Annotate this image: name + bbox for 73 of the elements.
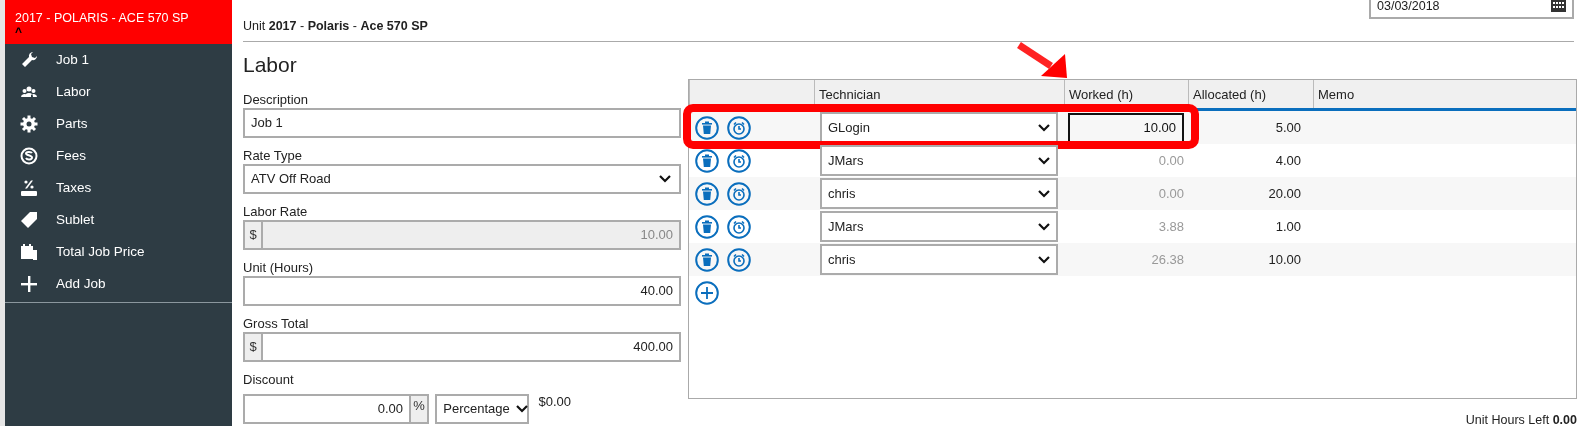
chevron-down-icon — [659, 175, 671, 183]
field-label: Rate Type — [243, 148, 304, 164]
delete-icon[interactable] — [695, 115, 719, 140]
table-cell-text: 4.00 — [1274, 151, 1302, 170]
table-cell-text: 3.88 — [1157, 217, 1184, 236]
dropdown[interactable]: ATV Off Road — [243, 164, 681, 194]
delete-icon[interactable] — [695, 148, 719, 173]
currency-label: $ — [245, 334, 263, 360]
gear-icon — [20, 115, 38, 133]
dropdown[interactable]: GLogin — [820, 112, 1058, 143]
sidebar-title: 2017 - POLARIS - ACE 570 SP — [15, 10, 189, 27]
table-cell-text: 5.00 — [1274, 118, 1302, 137]
collapse-toggle[interactable]: ^ — [15, 27, 222, 36]
column-header[interactable]: Allocated (h) — [1193, 87, 1266, 102]
unit-title: Unit 2017 - Polaris - Ace 570 SP — [243, 18, 428, 36]
arrow — [1017, 42, 1067, 78]
percent-icon — [20, 179, 38, 197]
hours-left-label: Unit Hours Left 0.00 — [1465, 412, 1577, 426]
column-header[interactable]: Memo — [1318, 87, 1355, 102]
alarm-clock-icon[interactable] — [727, 214, 751, 239]
dropdown[interactable]: chris — [820, 244, 1058, 275]
alarm-clock-icon[interactable] — [727, 181, 751, 206]
sidebar-item[interactable]: Job 1 — [56, 49, 90, 71]
sidebar-item[interactable]: Sublet — [56, 209, 95, 231]
table-cell-text: 26.38 — [1150, 250, 1184, 269]
dropdown[interactable]: JMars — [820, 145, 1058, 176]
field-label: Gross Total — [243, 316, 310, 332]
number-field[interactable]: 40.00 — [243, 276, 681, 306]
text-field[interactable]: Job 1 — [243, 108, 681, 138]
date-field[interactable]: 03/03/2018 — [1369, 0, 1574, 19]
chevron-down-icon — [1038, 222, 1050, 231]
delete-icon[interactable] — [695, 181, 719, 206]
sidebar-item[interactable]: Fees — [56, 145, 86, 167]
chevron-down-icon — [1038, 189, 1050, 198]
add-icon[interactable] — [695, 280, 719, 305]
delete-icon[interactable] — [695, 247, 719, 272]
coin-icon — [20, 147, 38, 165]
chevron-down-icon — [515, 405, 528, 413]
alarm-clock-icon[interactable] — [727, 148, 751, 173]
column-header[interactable]: Worked (h) — [1069, 87, 1134, 102]
chevron-down-icon — [1038, 156, 1050, 165]
chevron-down-icon — [1038, 255, 1050, 264]
tag-icon — [20, 211, 38, 229]
table-cell-text: 20.00 — [1267, 184, 1302, 203]
plus-icon — [20, 275, 38, 293]
sidebar-item[interactable]: Parts — [56, 113, 88, 135]
section-title: Labor — [243, 52, 297, 78]
number-field[interactable]: 0.00 % — [243, 394, 429, 424]
alarm-clock-icon[interactable] — [727, 247, 751, 272]
chevron-down-icon — [1038, 123, 1050, 132]
sidebar-item[interactable]: Total Job Price — [56, 241, 145, 263]
table-cell-text: 10.00 — [1267, 250, 1302, 269]
number-field[interactable]: 10.00 — [1068, 112, 1184, 143]
field-label: Discount — [243, 372, 295, 388]
table-cell-text: 0.00 — [1157, 184, 1184, 203]
delete-icon[interactable] — [695, 214, 719, 239]
field-label: Unit (Hours) — [243, 260, 315, 276]
dropdown[interactable]: Percentage — [435, 394, 530, 424]
alarm-clock-icon[interactable] — [727, 115, 751, 140]
dropdown[interactable]: chris — [820, 178, 1058, 209]
sidebar-item[interactable]: Add Job — [56, 273, 106, 295]
sidebar-item[interactable]: Labor — [56, 81, 91, 103]
field-label: Description — [243, 92, 310, 108]
column-header[interactable]: Technician — [819, 87, 881, 102]
table-cell-text: 1.00 — [1274, 217, 1302, 236]
sidebar-item[interactable]: Taxes — [56, 177, 92, 199]
wrench-icon — [20, 51, 38, 69]
percent-label: % — [409, 396, 427, 422]
table-cell-text: 0.00 — [1157, 151, 1184, 170]
number-field[interactable]: $ 400.00 — [243, 332, 681, 362]
dropdown[interactable]: JMars — [820, 211, 1058, 242]
field-label: Labor Rate — [243, 204, 309, 220]
discount-amount: $0.00 — [538, 393, 572, 411]
